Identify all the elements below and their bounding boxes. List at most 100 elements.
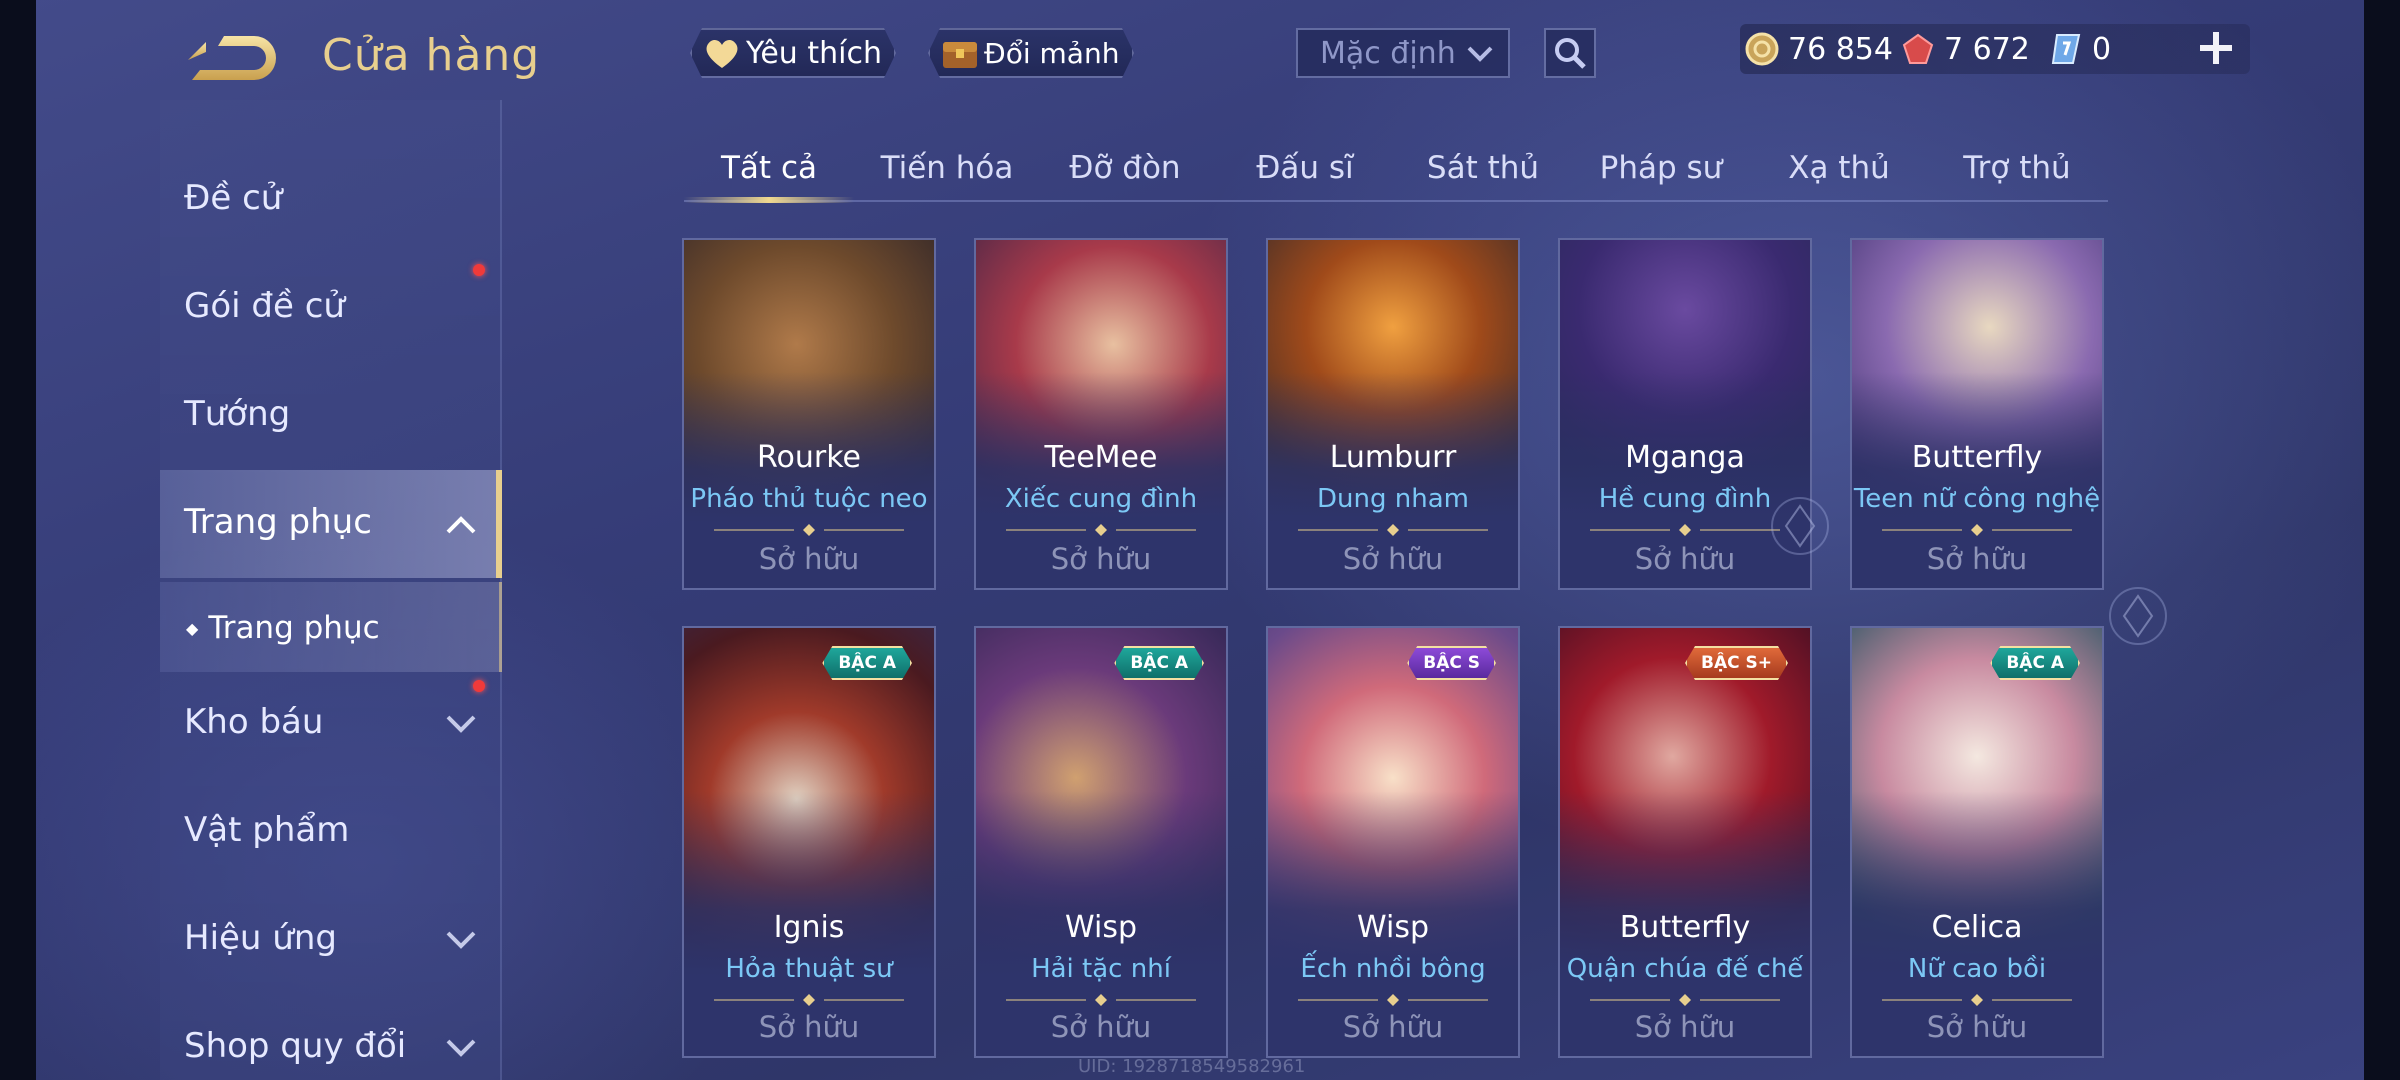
sidebar-item-exchange-shop[interactable]: Shop quy đổi — [184, 1016, 406, 1076]
tab-evolution[interactable]: Tiến hóa — [862, 146, 1032, 190]
divider-ornament — [1882, 524, 2072, 536]
sidebar-subitem-skins[interactable]: ◆ Trang phục — [186, 598, 380, 658]
right-edge — [2364, 0, 2400, 1080]
sidebar-item-treasure[interactable]: Kho báu — [184, 692, 323, 752]
owned-status: Sở hữu — [1342, 542, 1444, 576]
skin-card[interactable]: BẬC A Celica Nữ cao bồi Sở hữu — [1850, 626, 2104, 1058]
sort-dropdown[interactable]: Mặc định — [1296, 28, 1510, 78]
sidebar-item-effects[interactable]: Hiệu ứng — [184, 908, 337, 968]
hero-name: Mganga — [1625, 440, 1745, 475]
hero-name: Ignis — [773, 910, 845, 945]
owned-status: Sở hữu — [1050, 542, 1152, 576]
tabs-divider — [684, 200, 2108, 202]
notification-dot — [473, 680, 485, 692]
divider-ornament — [1298, 994, 1488, 1006]
skin-name: Hải tặc nhí — [1031, 954, 1171, 984]
owned-status: Sở hữu — [1634, 1010, 1736, 1044]
hero-name: Butterfly — [1911, 440, 2043, 475]
owned-status: Sở hữu — [1926, 542, 2028, 576]
favorite-button[interactable]: Yêu thích — [690, 28, 896, 78]
search-icon — [1555, 38, 1586, 69]
active-tab-underline — [684, 197, 854, 203]
divider-ornament — [1590, 994, 1780, 1006]
skin-card[interactable]: BẬC S+ Butterfly Quận chúa đế chế Sở hữu — [1558, 626, 1812, 1058]
tab-fighter[interactable]: Đấu sĩ — [1220, 146, 1390, 190]
sort-value: Mặc định — [1320, 35, 1456, 71]
skin-name: Quận chúa đế chế — [1566, 954, 1804, 984]
skin-name: Ếch nhồi bông — [1300, 954, 1486, 984]
skin-card[interactable]: BẬC A Ignis Hỏa thuật sư Sở hữu — [682, 626, 936, 1058]
sidebar-item-recommended[interactable]: Đề cử — [184, 168, 282, 228]
sidebar-item-heroes[interactable]: Tướng — [184, 384, 290, 444]
tab-mage[interactable]: Pháp sư — [1576, 146, 1746, 190]
skin-card[interactable]: Butterfly Teen nữ công nghệ Sở hữu — [1850, 238, 2104, 590]
chevron-down-icon[interactable] — [444, 928, 478, 950]
ruby-currency: 7 672 — [1900, 24, 2030, 74]
chevron-up-icon[interactable] — [444, 514, 478, 536]
voucher-icon — [2048, 31, 2084, 67]
hero-name: TeeMee — [1044, 440, 1158, 475]
shop-screen: Cửa hàng Yêu thích Đổi mảnh Mặc định 76 … — [0, 0, 2400, 1080]
sidebar-subitem-label: Trang phục — [208, 610, 380, 646]
chevron-down-icon[interactable] — [444, 1036, 478, 1058]
owned-status: Sở hữu — [758, 1010, 860, 1044]
search-button[interactable] — [1544, 28, 1596, 78]
skin-name: Pháo thủ tuộc neo — [690, 484, 928, 514]
voucher-currency: 0 — [2048, 24, 2111, 74]
sidebar-item-recommended-packs[interactable]: Gói đề cử — [184, 276, 345, 336]
tier-badge: BẬC S+ — [1685, 646, 1788, 680]
skin-card[interactable]: BẬC A Wisp Hải tặc nhí Sở hữu — [974, 626, 1228, 1058]
tab-all[interactable]: Tất cả — [684, 146, 854, 190]
hero-name: Wisp — [1064, 910, 1137, 945]
ruby-icon — [1900, 31, 1936, 67]
back-arrow-icon[interactable] — [184, 30, 280, 88]
favorite-label: Yêu thích — [746, 35, 882, 71]
hero-name: Lumburr — [1329, 440, 1457, 475]
left-edge — [0, 0, 36, 1080]
sparkle-diamond-icon — [2109, 587, 2167, 645]
divider-ornament — [714, 994, 904, 1006]
skin-card[interactable]: Lumburr Dung nham Sở hữu — [1266, 238, 1520, 590]
owned-status: Sở hữu — [1342, 1010, 1444, 1044]
skin-card[interactable]: TeeMee Xiếc cung đình Sở hữu — [974, 238, 1228, 590]
skin-name: Xiếc cung đình — [1004, 484, 1198, 514]
chevron-down-icon — [1467, 46, 1493, 62]
shard-exchange-button[interactable]: Đổi mảnh — [928, 28, 1134, 78]
skin-card[interactable]: Rourke Pháo thủ tuộc neo Sở hữu — [682, 238, 936, 590]
divider-ornament — [1590, 524, 1780, 536]
tab-marksman[interactable]: Xạ thủ — [1754, 146, 1924, 190]
voucher-amount: 0 — [2092, 31, 2112, 67]
tab-tank[interactable]: Đỡ đòn — [1040, 146, 1210, 190]
shard-exchange-label: Đổi mảnh — [984, 36, 1120, 70]
tier-badge: BẬC S — [1407, 646, 1496, 680]
heart-icon — [702, 33, 742, 73]
owned-status: Sở hữu — [1050, 1010, 1152, 1044]
skin-name: Hỏa thuật sư — [725, 954, 893, 984]
plus-icon[interactable] — [2196, 28, 2236, 68]
gold-currency: 76 854 — [1744, 24, 1893, 74]
skin-name: Nữ cao bồi — [1907, 954, 2047, 984]
hero-name: Wisp — [1356, 910, 1429, 945]
gold-amount: 76 854 — [1788, 31, 1893, 67]
skin-name: Teen nữ công nghệ — [1853, 484, 2101, 514]
chest-icon — [940, 33, 980, 73]
tab-assassin[interactable]: Sát thủ — [1398, 146, 1568, 190]
sidebar-item-skins[interactable]: Trang phục — [184, 492, 372, 552]
sparkle-diamond-icon — [1771, 497, 1829, 555]
owned-status: Sở hữu — [1926, 1010, 2028, 1044]
sidebar-item-items[interactable]: Vật phẩm — [184, 800, 349, 860]
divider-ornament — [1882, 994, 2072, 1006]
gold-coin-icon — [1744, 31, 1780, 67]
tab-support[interactable]: Trợ thủ — [1932, 146, 2102, 190]
notification-dot — [473, 264, 485, 276]
hero-name: Rourke — [757, 440, 861, 475]
skin-card[interactable]: BẬC S Wisp Ếch nhồi bông Sở hữu — [1266, 626, 1520, 1058]
chevron-down-icon[interactable] — [444, 712, 478, 734]
user-id-text: UID: 1928718549582961 — [1078, 1056, 1306, 1077]
divider-ornament — [714, 524, 904, 536]
divider-ornament — [1298, 524, 1488, 536]
ruby-amount: 7 672 — [1944, 31, 2030, 67]
owned-status: Sở hữu — [758, 542, 860, 576]
tier-badge: BẬC A — [822, 646, 912, 680]
skin-name: Dung nham — [1317, 484, 1469, 514]
